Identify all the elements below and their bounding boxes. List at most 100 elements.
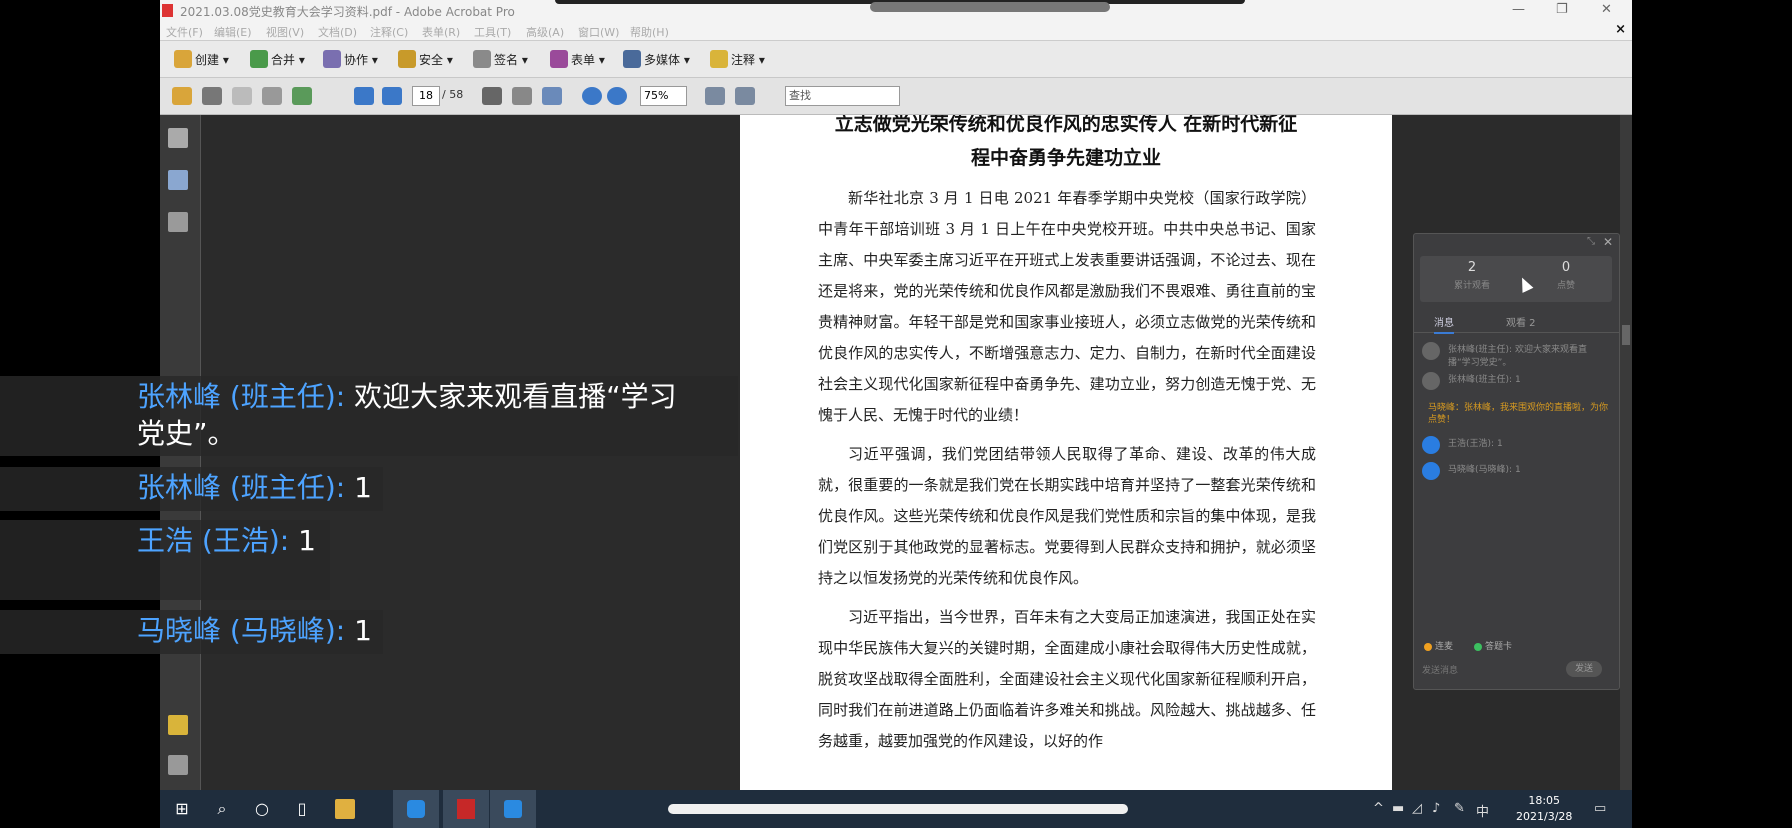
taskbar-app-live[interactable] (393, 790, 439, 828)
home-indicator[interactable] (668, 804, 1128, 814)
collaborate-button[interactable]: 协作 ▾ (323, 49, 378, 69)
list-item: 马晓峰(马晓峰): 1 (1422, 462, 1612, 480)
avatar (1422, 372, 1440, 390)
live-panel-header: ⤡ ✕ (1414, 234, 1619, 252)
message-input[interactable]: 发送消息 (1422, 663, 1458, 676)
lock-icon (398, 50, 416, 68)
bookmarks-icon[interactable] (168, 170, 188, 190)
windows-start-icon[interactable]: ⊞ (172, 799, 192, 819)
live-app-icon (407, 800, 425, 818)
answer-card-button[interactable]: 答题卡 (1474, 639, 1512, 652)
pen-tray-icon[interactable]: ✎ (1454, 801, 1465, 816)
pen-icon (473, 50, 491, 68)
select-tool-icon[interactable] (482, 87, 502, 105)
battery-icon[interactable]: ▬ (1392, 801, 1404, 816)
zoom-tool-icon[interactable] (542, 87, 562, 105)
page-total: / 58 (442, 88, 464, 101)
chevron-up-icon[interactable]: ^ (1373, 801, 1384, 816)
cortana-icon[interactable]: ○ (252, 799, 272, 819)
clock[interactable]: 18:05 2021/3/28 (1516, 793, 1572, 825)
menu-advanced[interactable]: 高级(A) (526, 24, 564, 40)
collaborate-icon (323, 50, 341, 68)
title-bar: 2021.03.08党史教育大会学习资料.pdf - Adobe Acrobat… (160, 0, 1632, 22)
taskbar-app-acrobat[interactable] (443, 790, 489, 828)
task-toolbar: 创建 ▾ 合并 ▾ 协作 ▾ 安全 ▾ 签名 ▾ 表单 ▾ 多媒体 ▾ 注释 ▾ (160, 41, 1632, 78)
forms-button[interactable]: 表单 ▾ (550, 49, 605, 69)
menu-help[interactable]: 帮助(H) (630, 24, 669, 40)
open-folder-icon[interactable] (172, 87, 192, 105)
page-title-line2: 程中奋勇争先建功立业 (970, 147, 1161, 169)
list-item: 张林峰(班主任): 欢迎大家来观看直播“学习党史”。 (1422, 342, 1612, 368)
collapse-icon[interactable]: ⤡ (1587, 236, 1595, 247)
zoom-select[interactable]: 75% (640, 86, 687, 106)
menu-comments[interactable]: 注释(C) (370, 24, 408, 40)
list-item: 王浩(王浩): 1 (1422, 436, 1612, 454)
zoom-in-icon[interactable] (607, 87, 627, 105)
page-number-input[interactable]: 18 (412, 86, 440, 106)
previous-page-icon[interactable] (354, 87, 374, 105)
merge-button[interactable]: 合并 ▾ (250, 49, 305, 69)
email-icon[interactable] (262, 87, 282, 105)
menu-file[interactable]: 文件(F) (166, 24, 203, 40)
comment-button[interactable]: 注释 ▾ (710, 49, 765, 69)
search-icon[interactable]: ⌕ (212, 799, 232, 819)
menu-tools[interactable]: 工具(T) (474, 24, 511, 40)
pdf-icon (162, 4, 173, 17)
network-icon[interactable]: ◿ (1412, 801, 1422, 816)
multimedia-button[interactable]: 多媒体 ▾ (623, 49, 690, 69)
zoom-out-icon[interactable] (582, 87, 602, 105)
fit-width-icon[interactable] (735, 87, 755, 105)
fit-page-icon[interactable] (705, 87, 725, 105)
comments-icon[interactable] (168, 715, 188, 735)
print-icon[interactable] (202, 87, 222, 105)
live-stats: 2 累计观看 0 点赞 (1420, 256, 1612, 302)
likes-stat: 0 点赞 (1556, 260, 1575, 291)
pages-icon[interactable] (168, 128, 188, 148)
hand-tool-icon[interactable] (512, 87, 532, 105)
paragraph: 习近平强调，我们党团结带领人民取得了革命、建设、改革的伟大成就，很重要的一条就是… (818, 445, 1316, 587)
ime-indicator[interactable]: 中 (1476, 801, 1489, 820)
task-view-icon[interactable]: ▯ (292, 799, 312, 819)
taskbar: ⊞ ⌕ ○ ▯ ^ ▬ ◿ ♪ ✎ 中 18:05 2021/3/28 ▭ (160, 790, 1632, 828)
notification-icon[interactable]: ▭ (1594, 801, 1606, 816)
menu-bar: 文件(F) 编辑(E) 视图(V) 文档(D) 注释(C) 表单(R) 工具(T… (160, 22, 1632, 41)
close-icon[interactable]: ✕ (1603, 235, 1613, 249)
scrollbar-thumb[interactable] (1622, 325, 1630, 345)
create-button[interactable]: 创建 ▾ (174, 49, 229, 69)
chat-overlay-message: 马晓峰 (马晓峰): 1 (0, 610, 383, 654)
camera-icon (504, 800, 522, 818)
maximize-button[interactable]: ❐ (1556, 2, 1568, 17)
menu-view[interactable]: 视图(V) (266, 24, 304, 40)
attachment-icon[interactable] (168, 755, 188, 775)
taskbar-app-camera[interactable] (490, 790, 536, 828)
minimize-button[interactable]: — (1512, 2, 1525, 17)
tab-viewers[interactable]: 观看 2 (1506, 314, 1536, 329)
viewers-stat: 2 累计观看 (1453, 260, 1490, 291)
tab-messages[interactable]: 消息 (1434, 314, 1454, 334)
avatar (1422, 342, 1440, 360)
find-input[interactable]: 查找 (785, 86, 900, 106)
page-title-line1: 立志做党光荣传统和优良作风的忠实传人 在新时代新征 (834, 115, 1298, 135)
volume-icon[interactable]: ♪ (1432, 801, 1440, 816)
acrobat-icon (457, 799, 475, 819)
multimedia-icon (623, 50, 641, 68)
next-page-icon[interactable] (382, 87, 402, 105)
web-icon[interactable] (292, 87, 312, 105)
save-icon[interactable] (232, 87, 252, 105)
vertical-scrollbar[interactable] (1620, 115, 1632, 790)
paragraph: 习近平指出，当今世界，百年未有之大变局正加速演进，我国正处在实现中华民族伟大复兴… (818, 608, 1316, 750)
live-panel: ⤡ ✕ 2 累计观看 0 点赞 消息 观看 2 张林峰(班主任): 欢迎大家来观看直… (1413, 233, 1620, 690)
menu-document[interactable]: 文档(D) (318, 24, 357, 40)
close-document-icon[interactable]: × (1615, 22, 1626, 37)
send-button[interactable]: 发送 (1566, 661, 1602, 677)
security-button[interactable]: 安全 ▾ (398, 49, 453, 69)
close-button[interactable]: ✕ (1601, 2, 1612, 17)
menu-forms[interactable]: 表单(R) (422, 24, 460, 40)
top-handle[interactable] (870, 2, 1110, 12)
file-explorer-icon[interactable] (335, 799, 355, 819)
connect-mic-button[interactable]: 连麦 (1424, 639, 1453, 652)
menu-edit[interactable]: 编辑(E) (214, 24, 252, 40)
menu-window[interactable]: 窗口(W) (578, 24, 619, 40)
sign-button[interactable]: 签名 ▾ (473, 49, 528, 69)
signatures-icon[interactable] (168, 212, 188, 232)
